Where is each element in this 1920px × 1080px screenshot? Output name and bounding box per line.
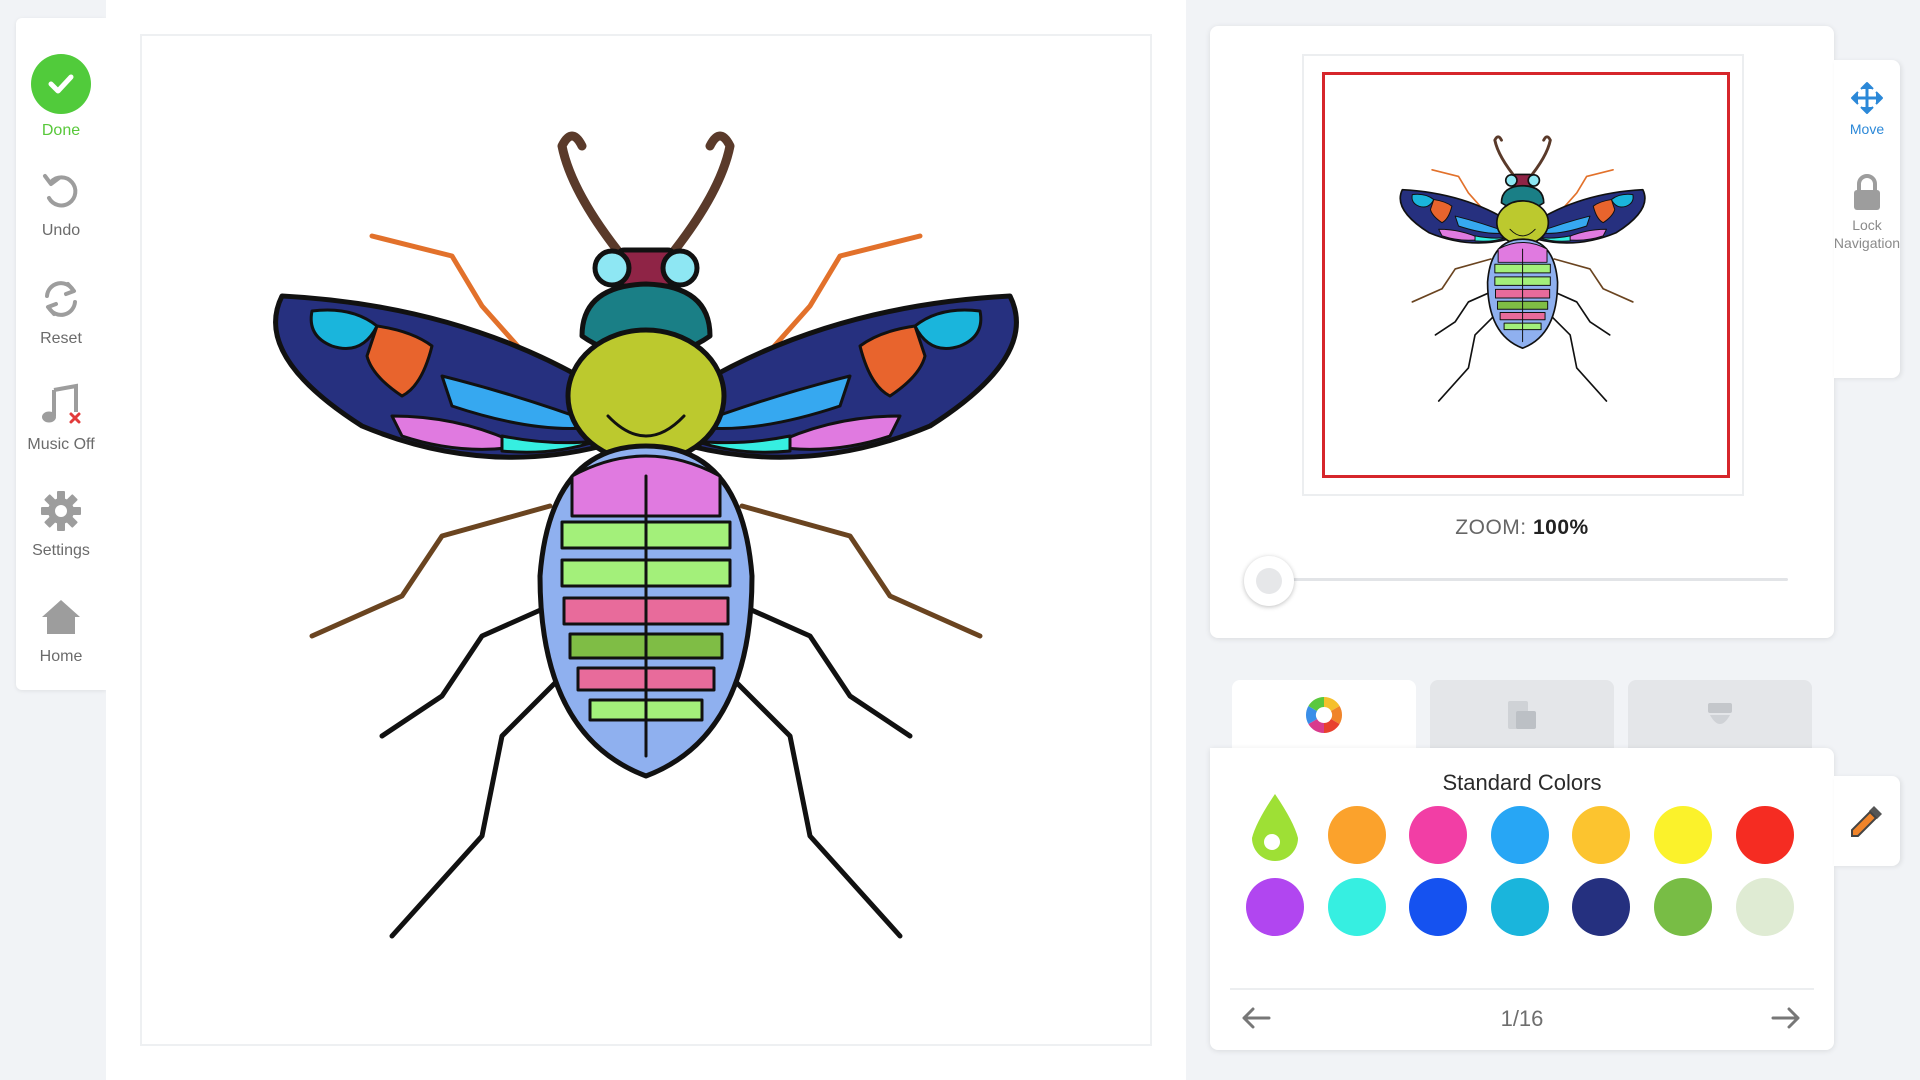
music-label: Music Off [27,436,95,453]
gradient-layers-icon [1508,701,1536,729]
navigator-panel: ZOOM: 100% [1210,26,1834,638]
lock-navigation-button[interactable]: Lock Navigation [1834,172,1900,252]
color-palette-panel: Standard Colors 1/16 [1210,748,1834,1050]
move-button[interactable]: Move [1834,80,1900,138]
beetle-artwork [273,131,1019,939]
lock-icon [1854,174,1880,210]
color-swatch[interactable] [1490,806,1549,864]
move-arrows-icon [1851,82,1883,114]
color-swatch[interactable] [1654,806,1712,864]
lock-label-line1: Lock [1852,217,1882,233]
color-swatch[interactable] [1654,878,1712,936]
palette-next-button[interactable] [1766,1000,1806,1036]
color-swatch[interactable] [1735,878,1794,936]
zoom-slider-thumb[interactable] [1244,556,1294,606]
music-toggle[interactable]: Music Off [16,382,106,454]
color-swatch[interactable] [1327,806,1386,864]
canvas-panel [106,0,1186,1080]
zoom-slider-track[interactable] [1268,578,1788,581]
settings-button[interactable]: Settings [16,488,106,560]
color-wheel-icon [1305,697,1343,733]
check-icon [31,54,91,114]
left-toolbar: Done Undo Reset Music Off Settings Home [16,18,106,690]
color-swatch[interactable] [1409,806,1468,864]
reset-label: Reset [40,330,82,347]
zoom-value: 100% [1532,516,1589,539]
color-swatch[interactable] [1490,878,1549,936]
eyedropper-button[interactable] [1834,776,1900,866]
drawing-canvas[interactable] [140,34,1152,1046]
tab-textures[interactable] [1628,680,1812,750]
home-icon [42,600,80,634]
done-label: Done [41,122,81,139]
zoom-readout: ZOOM: 100% [1210,516,1834,540]
undo-icon [43,174,78,208]
home-label: Home [39,648,83,665]
undo-button[interactable]: Undo [16,170,106,240]
color-swatch[interactable] [1409,878,1468,936]
arrow-right-icon [1771,1007,1800,1029]
zoom-label: ZOOM: [1455,516,1527,539]
navigation-tools: Move Lock Navigation [1834,60,1900,378]
tab-gradients[interactable] [1430,680,1614,750]
color-swatch[interactable] [1246,878,1304,936]
color-swatch[interactable] [1572,806,1631,864]
swatch-selected[interactable] [1246,792,1304,864]
palette-divider [1230,988,1814,990]
texture-pattern-icon [1708,703,1732,724]
music-off-icon [42,383,81,424]
home-button[interactable]: Home [16,594,106,666]
settings-label: Settings [32,542,90,559]
color-swatch[interactable] [1735,806,1794,864]
done-button[interactable]: Done [16,54,106,140]
lock-label-line2: Navigation [1833,235,1901,251]
tab-standard-colors[interactable] [1232,680,1416,750]
move-label: Move [1849,121,1885,137]
navigator-thumbnail[interactable] [1302,54,1744,496]
color-swatch[interactable] [1572,878,1631,936]
color-swatch[interactable] [1327,878,1386,936]
eyedropper-icon [1851,806,1882,837]
palette-page-indicator: 1/16 [1500,1006,1544,1031]
undo-label: Undo [41,222,81,239]
reset-icon [45,281,77,317]
reset-button[interactable]: Reset [16,276,106,348]
viewport-rectangle[interactable] [1322,72,1730,478]
gear-icon [41,491,81,531]
